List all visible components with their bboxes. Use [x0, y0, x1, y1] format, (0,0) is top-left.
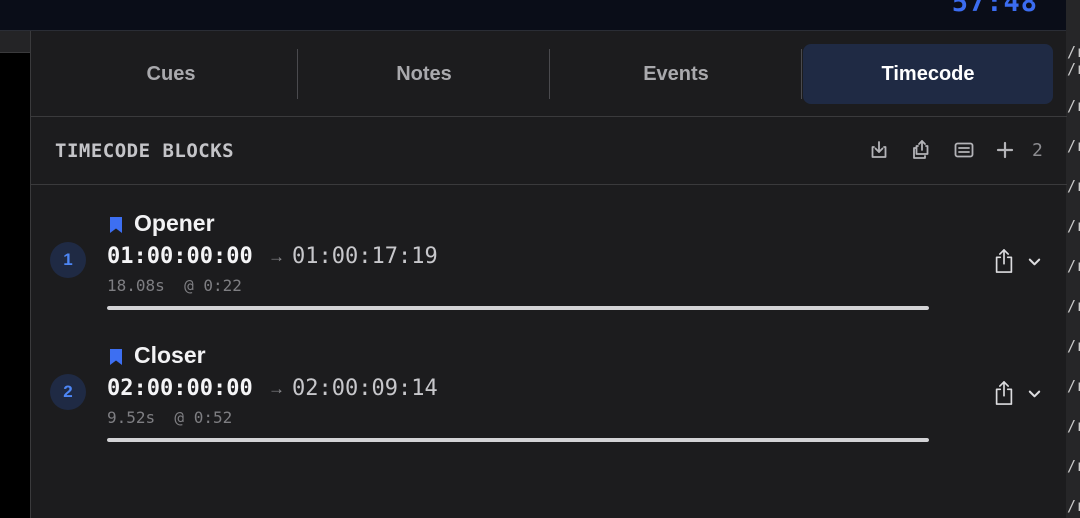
tab-timecode[interactable]: Timecode: [803, 44, 1053, 104]
top-clock: 57:48: [951, 0, 1038, 18]
edge-text: /r: [1067, 377, 1080, 395]
tab-divider: [297, 49, 298, 99]
timecode-block[interactable]: Closer 2 02:00:00:00 → 02:00:09:14 9.52s…: [31, 318, 1067, 442]
import-icon[interactable]: [866, 137, 892, 163]
timecode-start: 02:00:00:00: [107, 376, 253, 401]
timecode-end: 02:00:09:14: [292, 376, 438, 401]
tab-notes[interactable]: Notes: [299, 44, 549, 104]
edge-text: /r: [1067, 137, 1080, 155]
edge-text: /r: [1067, 497, 1080, 515]
tab-divider: [801, 49, 802, 99]
blocks-title: TIMECODE BLOCKS: [55, 140, 235, 162]
plus-icon[interactable]: [992, 137, 1018, 163]
tab-divider: [549, 49, 550, 99]
share-icon[interactable]: [989, 376, 1019, 410]
timecode-panel: Cues Notes Events Timecode TIMECODE BLOC…: [30, 31, 1067, 518]
arrow-icon: →: [268, 379, 285, 398]
tab-bar: Cues Notes Events Timecode: [31, 31, 1067, 117]
block-progress-fill: [107, 306, 929, 310]
block-progress: [107, 438, 929, 442]
bookmark-icon: [109, 348, 123, 366]
edge-text: /r: [1067, 457, 1080, 475]
edge-text: /r: [1067, 177, 1080, 195]
block-name: Closer: [134, 342, 206, 368]
left-pane: [0, 31, 30, 518]
chevron-down-icon[interactable]: [1023, 244, 1045, 278]
timecode-block[interactable]: Opener 1 01:00:00:00 → 01:00:17:19 18.08…: [31, 186, 1067, 310]
edge-text: /r: [1067, 97, 1080, 115]
edge-text: /r: [1067, 217, 1080, 235]
timecode-start: 01:00:00:00: [107, 244, 253, 269]
arrow-icon: →: [268, 247, 285, 266]
block-count: 2: [1032, 140, 1043, 161]
edge-text: /r: [1067, 43, 1080, 61]
timecode-end: 01:00:17:19: [292, 244, 438, 269]
export-icon[interactable]: [907, 137, 933, 163]
block-number-badge: 1: [50, 242, 86, 278]
edge-text: /r: [1067, 417, 1080, 435]
block-duration: 9.52s @ 0:52: [107, 408, 233, 427]
list-icon[interactable]: [951, 137, 977, 163]
block-progress: [107, 306, 929, 310]
blocks-header: TIMECODE BLOCKS 2: [31, 117, 1067, 185]
top-bar: 57:48: [0, 0, 1080, 31]
block-name: Opener: [134, 210, 215, 236]
edge-text: /r: [1067, 337, 1080, 355]
left-pane-header: [0, 31, 30, 53]
edge-text: /r: [1067, 60, 1080, 78]
bookmark-icon: [109, 216, 123, 234]
block-number-badge: 2: [50, 374, 86, 410]
block-duration: 18.08s @ 0:22: [107, 276, 242, 295]
chevron-down-icon[interactable]: [1023, 376, 1045, 410]
edge-text: /r: [1067, 257, 1080, 275]
edge-text: /r: [1067, 297, 1080, 315]
tab-cues[interactable]: Cues: [41, 44, 301, 104]
block-progress-fill: [107, 438, 929, 442]
tab-events[interactable]: Events: [551, 44, 801, 104]
right-edge-column: /r /r /r /r /r /r /r /r /r /r /r /r /r: [1066, 0, 1080, 518]
share-icon[interactable]: [989, 244, 1019, 278]
